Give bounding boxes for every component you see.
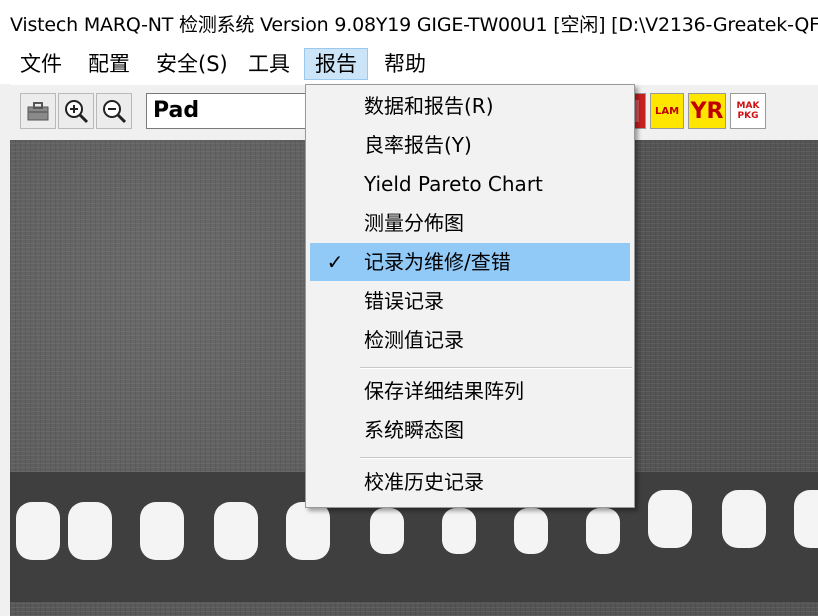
menu-security[interactable]: 安全(S) bbox=[146, 48, 238, 80]
mark-button[interactable]: MAK PKG bbox=[730, 93, 766, 129]
zoom-in-button[interactable] bbox=[58, 93, 94, 129]
menu-measurement-distribution[interactable]: 测量分佈图 bbox=[310, 204, 630, 242]
menu-inspection-value-log[interactable]: 检测值记录 bbox=[310, 321, 630, 359]
menu-item-label: 测量分佈图 bbox=[364, 211, 464, 235]
menu-item-label: 校准历史记录 bbox=[364, 470, 484, 494]
menu-item-label: 保存详细结果阵列 bbox=[364, 379, 524, 403]
lead-pad bbox=[648, 490, 692, 548]
zoom-out-icon bbox=[103, 100, 127, 124]
menu-report[interactable]: 报告 bbox=[304, 48, 368, 80]
menu-tools[interactable]: 工具 bbox=[238, 48, 300, 80]
zoom-out-button[interactable] bbox=[96, 93, 132, 129]
briefcase-button[interactable] bbox=[20, 93, 56, 129]
lead-pad bbox=[514, 508, 548, 554]
menu-file[interactable]: 文件 bbox=[10, 48, 72, 80]
briefcase-icon bbox=[27, 102, 49, 121]
yr-icon: YR bbox=[690, 98, 724, 124]
menu-item-label: 系统瞬态图 bbox=[364, 418, 464, 442]
menu-bar: 文件 配置 安全(S) 工具 报告 帮助 bbox=[0, 44, 818, 84]
title-bar: Vistech MARQ-NT 检测系统 Version 9.08Y19 GIG… bbox=[0, 0, 818, 44]
menu-item-label: 错误记录 bbox=[364, 289, 444, 313]
menu-config[interactable]: 配置 bbox=[78, 48, 140, 80]
menu-system-transient-chart[interactable]: 系统瞬态图 bbox=[310, 411, 630, 449]
lead-pad bbox=[16, 502, 60, 560]
lead-pad bbox=[286, 502, 330, 560]
menu-item-label: 记录为维修/查错 bbox=[364, 250, 511, 274]
lead-pad bbox=[794, 490, 818, 548]
lead-pad bbox=[370, 508, 404, 554]
lead-pad bbox=[140, 502, 184, 560]
lead-pad bbox=[68, 502, 112, 560]
mark-icon: MAK PKG bbox=[736, 101, 760, 121]
menu-separator bbox=[360, 367, 632, 369]
menu-data-and-report[interactable]: 数据和报告(R) bbox=[310, 87, 630, 125]
menu-item-label: Yield Pareto Chart bbox=[364, 172, 543, 196]
lead-pad bbox=[442, 508, 476, 554]
menu-calibration-history[interactable]: 校准历史记录 bbox=[310, 463, 630, 501]
menu-separator bbox=[360, 457, 632, 459]
lam-icon: LAM bbox=[654, 105, 680, 117]
zoom-in-icon bbox=[65, 100, 89, 124]
checkmark-icon: ✓ bbox=[326, 250, 344, 274]
menu-error-log[interactable]: 错误记录 bbox=[310, 282, 630, 320]
lead-pad bbox=[214, 502, 258, 560]
menu-yield-report[interactable]: 良率报告(Y) bbox=[310, 126, 630, 164]
menu-help[interactable]: 帮助 bbox=[374, 48, 436, 80]
view-select[interactable]: Pad bbox=[146, 93, 316, 129]
lead-pad bbox=[586, 508, 620, 554]
window-title: Vistech MARQ-NT 检测系统 Version 9.08Y19 GIG… bbox=[10, 14, 818, 36]
menu-save-detailed-results[interactable]: 保存详细结果阵列 bbox=[310, 372, 630, 410]
lead-pad bbox=[722, 490, 766, 548]
menu-yield-pareto-chart[interactable]: Yield Pareto Chart bbox=[310, 165, 630, 203]
menu-item-label: 数据和报告(R) bbox=[364, 94, 494, 118]
menu-item-label: 良率报告(Y) bbox=[364, 133, 472, 157]
report-menu-dropdown: 数据和报告(R) 良率报告(Y) Yield Pareto Chart 测量分佈… bbox=[305, 84, 635, 508]
menu-item-label: 检测值记录 bbox=[364, 328, 464, 352]
yr-button[interactable]: YR bbox=[688, 93, 726, 129]
menu-log-for-repair[interactable]: ✓ 记录为维修/查错 bbox=[310, 243, 630, 281]
lam-button[interactable]: LAM bbox=[650, 93, 684, 129]
